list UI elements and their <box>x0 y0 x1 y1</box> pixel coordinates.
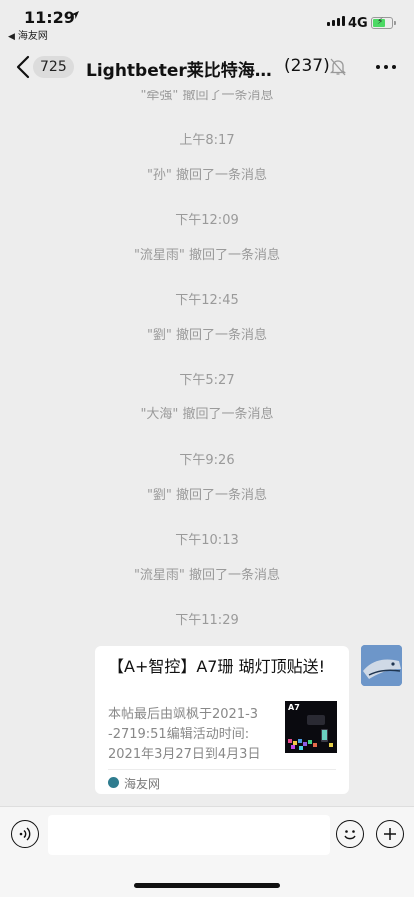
member-count: (237) <box>284 56 330 76</box>
link-card-description: 本帖最后由飒枫于2021-3 -2719:51编辑活动时间: 2021年3月27… <box>108 705 274 765</box>
link-card-title: 【A+智控】A7珊 瑚灯顶贴送! <box>108 657 325 676</box>
recall-notice: "劉" 撤回了一条消息 <box>146 328 268 343</box>
link-card-desc-line: 2021年3月27日到4月3日 <box>108 747 261 762</box>
recall-notice: "孙" 撤回了一条消息 <box>146 168 268 183</box>
timestamp: 下午12:09 <box>175 213 239 228</box>
location-arrow-icon <box>71 11 79 19</box>
link-card-source: 海友网 <box>124 777 161 791</box>
chat-header: 725 Lightbeter莱比特海缸灯官方群 (237) <box>0 44 414 90</box>
recall-notice: "流星雨" 撤回了一条消息 <box>133 568 281 583</box>
chat-title: Lightbeter莱比特海缸灯官方群 <box>86 61 276 81</box>
mute-bell-icon <box>330 58 346 76</box>
recall-notice: "牵强" 撤回了一条消息 <box>140 90 274 103</box>
voice-icon[interactable] <box>11 820 39 848</box>
status-bar: 11:29 ◀ 海友网 4G ⚡ <box>0 0 414 44</box>
timestamp: 下午11:29 <box>175 613 239 628</box>
status-time: 11:29 <box>24 8 75 27</box>
unread-count-badge[interactable]: 725 <box>33 56 74 78</box>
message-list[interactable]: "牵强" 撤回了一条消息 上午8:17 "孙" 撤回了一条消息 下午12:09 … <box>0 90 414 806</box>
back-app-label: 海友网 <box>17 31 48 42</box>
plus-icon[interactable] <box>376 820 404 848</box>
emoji-icon[interactable] <box>336 820 364 848</box>
link-card-message[interactable]: 【A+智控】A7珊 瑚灯顶贴送! 本帖最后由飒枫于2021-3 -2719:51… <box>95 646 349 794</box>
source-app-icon <box>108 777 119 788</box>
link-card-divider <box>108 769 336 770</box>
more-icon[interactable] <box>376 65 396 69</box>
cellular-signal-icon <box>327 16 345 26</box>
home-indicator <box>134 883 280 888</box>
timestamp: 下午9:26 <box>179 453 235 468</box>
recall-notice: "大海" 撤回了一条消息 <box>140 407 274 422</box>
recall-notice: "劉" 撤回了一条消息 <box>146 488 268 503</box>
recall-notice: "流星雨" 撤回了一条消息 <box>133 248 281 263</box>
battery-icon: ⚡ <box>371 17 396 29</box>
link-card-desc-line: 本帖最后由飒枫于2021-3 <box>108 707 259 722</box>
timestamp: 下午12:45 <box>175 293 239 308</box>
input-bar <box>0 806 414 897</box>
message-input[interactable] <box>48 815 330 855</box>
timestamp: 下午10:13 <box>175 533 239 548</box>
link-card-thumbnail: A7 <box>285 701 337 753</box>
avatar[interactable] <box>361 645 402 686</box>
timestamp: 下午5:27 <box>179 373 235 388</box>
back-to-app-link[interactable]: ◀ 海友网 <box>8 27 48 42</box>
back-triangle-icon: ◀ <box>8 32 15 42</box>
timestamp: 上午8:17 <box>179 133 235 148</box>
network-type: 4G <box>348 16 368 31</box>
link-card-desc-line: -2719:51编辑活动时间: <box>108 727 250 742</box>
